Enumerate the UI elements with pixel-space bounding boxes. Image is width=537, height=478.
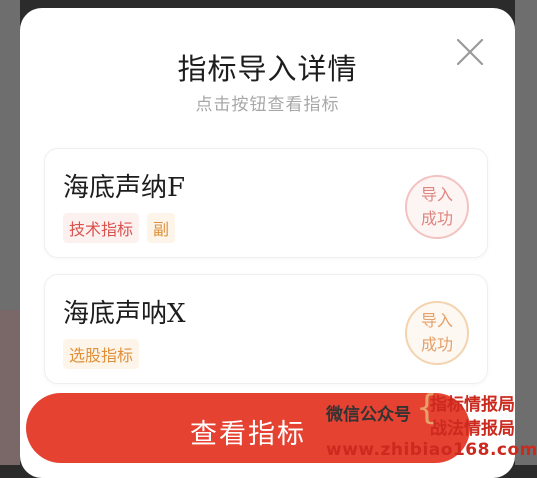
indicator-type-tag: 技术指标 [63,213,140,243]
indicator-tags: 选股指标 [63,339,140,369]
background-right-strip [515,0,537,465]
dialog-subtitle: 点击按钮查看指标 [195,95,340,115]
indicator-tags: 技术指标 副 [63,213,176,243]
background-left-strip-lower [0,310,20,465]
indicator-type-tag: 选股指标 [63,339,140,369]
dialog-title: 指标导入详情 [177,52,358,86]
indicator-card[interactable]: 海底声呐X 选股指标 导入 成功 [44,274,488,384]
import-success-stamp: 导入 成功 [405,301,469,365]
import-success-stamp: 导入 成功 [405,175,469,239]
stamp-line2: 成功 [420,335,453,354]
indicator-card[interactable]: 海底声纳F 技术指标 副 导入 成功 [44,148,488,258]
view-indicator-button-label: 查看指标 [190,419,306,450]
stamp-line1: 导入 [420,185,453,204]
indicator-sub-tag: 副 [147,213,176,243]
watermark-account-1: 指标情报局 [430,395,515,415]
watermark-wechat-label: 微信公众号 [326,405,411,425]
close-icon[interactable] [456,38,484,66]
indicator-name: 海底声纳F [63,173,186,203]
watermark-url: www.zhibiao168.com [326,440,537,460]
stamp-line2: 成功 [420,209,453,228]
watermark-account-2: 战法情报局 [430,419,515,439]
stamp-line1: 导入 [420,311,453,330]
indicator-name: 海底声呐X [63,299,186,329]
